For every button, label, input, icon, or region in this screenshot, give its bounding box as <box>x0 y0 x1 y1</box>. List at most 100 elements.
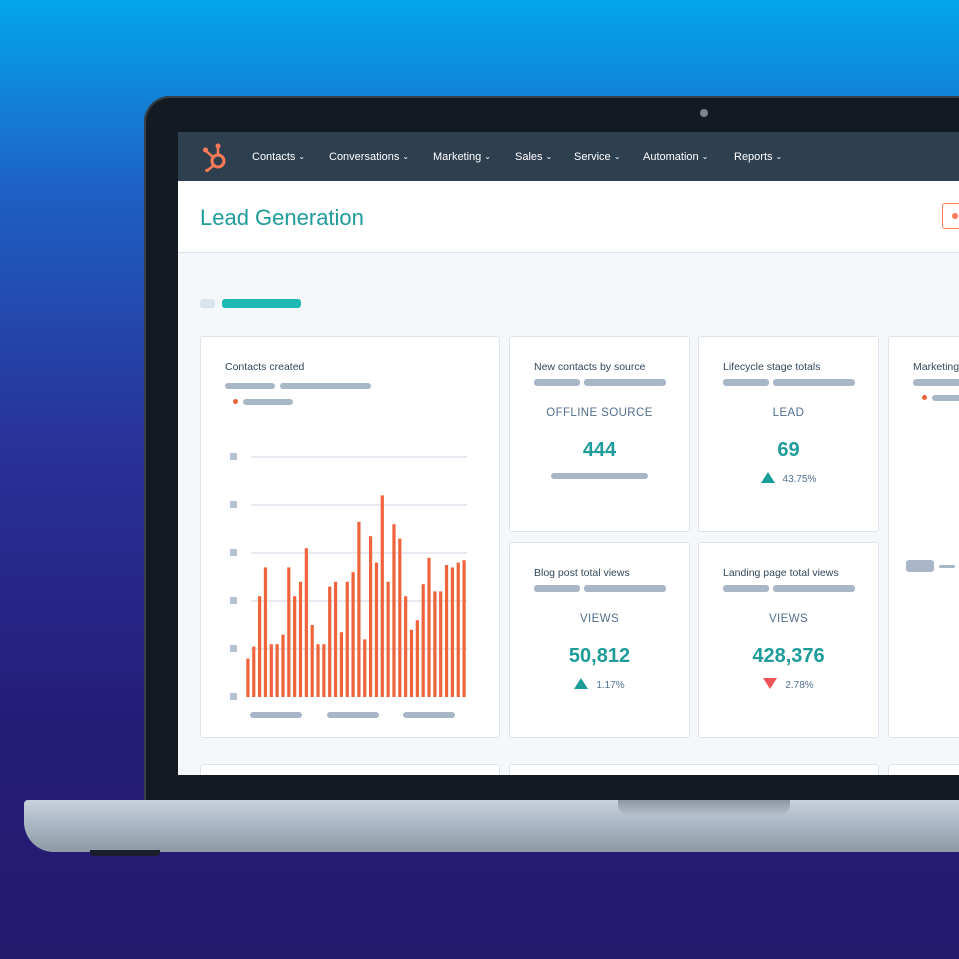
nav-marketing[interactable]: Marketing ⌄ <box>433 151 491 163</box>
chart-bar[interactable] <box>263 567 268 697</box>
chart-bar[interactable] <box>246 658 250 697</box>
chart-bar[interactable] <box>293 596 297 697</box>
chart-bar[interactable] <box>310 625 314 697</box>
chart-bar[interactable] <box>450 567 454 697</box>
chart-bar[interactable] <box>333 581 338 697</box>
change-value: 1.17% <box>596 680 625 691</box>
stat-value: 444 <box>582 439 617 461</box>
chevron-down-icon: ⌄ <box>484 152 491 161</box>
chart-bar[interactable] <box>380 495 384 697</box>
subtitle-placeholder <box>773 585 855 592</box>
x-axis-label-placeholder <box>327 712 379 718</box>
chart-bar[interactable] <box>363 639 367 697</box>
nav-service[interactable]: Service ⌄ <box>574 151 620 163</box>
chevron-down-icon: ⌄ <box>775 152 783 161</box>
subtitle-placeholder <box>225 383 275 389</box>
chart-bar[interactable] <box>409 629 414 697</box>
app-screen: Contacts ⌄ Conversations ⌄ Marketing ⌄ Sale… <box>178 132 959 775</box>
chart-bar[interactable] <box>322 644 326 697</box>
chart-bar[interactable] <box>415 620 419 697</box>
chart-bar[interactable] <box>433 591 437 697</box>
chart-bar[interactable] <box>328 586 332 697</box>
webcam <box>700 109 708 117</box>
funnel-placeholder <box>939 565 955 568</box>
card-title: Lifecycle stage totals <box>723 361 821 373</box>
laptop-foot <box>90 850 160 856</box>
card-marketing: Marketing <box>888 336 959 738</box>
subtitle-placeholder <box>534 379 580 386</box>
card-landing-page-total-views: Landing page total views VIEWS 428,376 2… <box>698 542 879 738</box>
chevron-down-icon: ⌄ <box>613 152 621 161</box>
chart-bar[interactable] <box>298 581 303 697</box>
chart-bar[interactable] <box>281 634 285 697</box>
chart-bar[interactable] <box>345 581 349 697</box>
nav-contacts[interactable]: Contacts ⌄ <box>252 151 305 163</box>
chart-bar[interactable] <box>304 548 308 697</box>
nav-automation-label: Automation <box>643 151 699 163</box>
chart-bar[interactable] <box>339 632 343 697</box>
y-tick-marker <box>230 597 237 604</box>
chart-bar[interactable] <box>275 644 279 697</box>
subtitle-placeholder <box>723 585 769 592</box>
legend-placeholder <box>243 399 293 405</box>
chart-bar[interactable] <box>392 524 396 697</box>
subtitle-placeholder <box>584 585 666 592</box>
hubspot-sprocket-icon[interactable] <box>202 142 230 172</box>
y-tick-marker <box>230 645 237 652</box>
y-tick-marker <box>230 453 237 460</box>
nav-service-label: Service <box>574 151 611 163</box>
chart-bar[interactable] <box>398 538 402 697</box>
subtitle-placeholder <box>773 379 855 386</box>
card-title: Landing page total views <box>723 567 839 579</box>
card-new-contacts-by-source: New contacts by source OFFLINE SOURCE 44… <box>509 336 690 532</box>
nav-conversations[interactable]: Conversations ⌄ <box>329 151 409 163</box>
chart-bar[interactable] <box>439 591 443 697</box>
subtitle-placeholder <box>723 379 769 386</box>
stat-label: VIEWS <box>768 613 809 625</box>
chart-bar[interactable] <box>427 557 431 697</box>
stat-value: 69 <box>777 439 800 461</box>
stat-change: 43.75% <box>699 472 878 485</box>
nav-automation[interactable]: Automation ⌄ <box>643 151 708 163</box>
chart-bar[interactable] <box>456 562 460 697</box>
chart-bar[interactable] <box>287 567 291 697</box>
chart-bar[interactable] <box>386 581 390 697</box>
chart-bar[interactable] <box>258 596 262 697</box>
subtitle-placeholder <box>534 585 580 592</box>
legend-dot <box>922 395 927 400</box>
chart-bar[interactable] <box>421 584 425 697</box>
funnel-placeholder <box>906 560 934 572</box>
chart-bar[interactable] <box>252 646 256 697</box>
nav-sales[interactable]: Sales ⌄ <box>515 151 552 163</box>
laptop-notch <box>618 800 790 816</box>
change-value: 43.75% <box>782 474 817 485</box>
chart-bar[interactable] <box>444 565 449 697</box>
chart-bar[interactable] <box>404 596 408 697</box>
card-title: Contacts created <box>225 361 305 373</box>
stat-label: LEAD <box>772 407 805 419</box>
chart-bar[interactable] <box>351 572 355 697</box>
filter-placeholder[interactable] <box>200 299 215 308</box>
top-navigation: Contacts ⌄ Conversations ⌄ Marketing ⌄ Sale… <box>178 132 959 181</box>
x-axis-label-placeholder <box>403 712 455 718</box>
chart-bar[interactable] <box>374 562 379 697</box>
chart-bar[interactable] <box>357 521 361 697</box>
chevron-down-icon: ⌄ <box>298 152 306 161</box>
card-lifecycle-stage-totals: Lifecycle stage totals LEAD 69 43.75% <box>698 336 879 532</box>
active-filter-tab[interactable] <box>222 299 301 308</box>
header-action-button[interactable] <box>942 203 959 229</box>
nav-reports-label: Reports <box>734 151 773 163</box>
chart-bar[interactable] <box>369 536 373 697</box>
legend-dot <box>233 399 238 404</box>
y-tick-marker <box>230 549 237 556</box>
change-value: 2.78% <box>785 680 814 691</box>
nav-conversations-label: Conversations <box>329 151 400 163</box>
page-header: Lead Generation <box>178 181 959 253</box>
chart-bar[interactable] <box>269 644 273 697</box>
chart-bar[interactable] <box>316 644 320 697</box>
nav-reports[interactable]: Reports ⌄ <box>734 151 782 163</box>
chart-bar[interactable] <box>462 560 466 697</box>
x-axis-label-placeholder <box>250 712 302 718</box>
subtitle-placeholder <box>280 383 371 389</box>
card-title: Blog post total views <box>534 567 630 579</box>
